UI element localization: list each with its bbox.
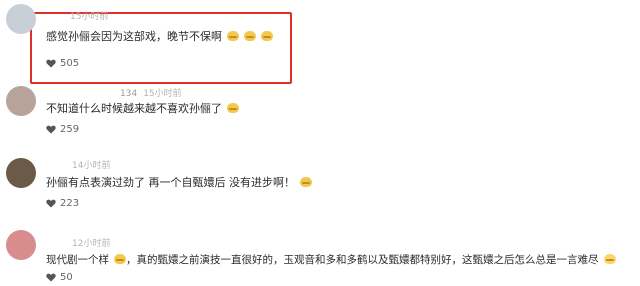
like-button[interactable]: 505: [46, 58, 79, 69]
laugh-emoji-icon: [261, 31, 273, 41]
laugh-emoji-icon: [227, 103, 239, 113]
avatar[interactable]: [6, 86, 36, 116]
comment-meta: 12小时前: [72, 236, 110, 249]
like-button[interactable]: 50: [46, 272, 73, 283]
heart-icon: [46, 199, 56, 208]
comment-meta: 134 15小时前: [120, 86, 182, 99]
comment-meta: 14小时前: [72, 158, 110, 171]
comment-text-content: ，真的甄嬛之前演技一直很好的，玉观音和多和多鹤以及甄嬛都特别好，这甄嬛之后怎么总…: [126, 254, 599, 266]
speechless-emoji-icon: [603, 254, 616, 264]
like-count: 259: [60, 124, 80, 135]
like-button[interactable]: 259: [46, 124, 79, 135]
comment-text-content: 不知道什么时候越来越不喜欢孙俪了: [46, 102, 222, 115]
heart-icon: [46, 59, 56, 68]
comment-time: 14小时前: [72, 161, 111, 171]
comment-text: 现代剧一个样 ，真的甄嬛之前演技一直很好的，玉观音和多和多鹤以及甄嬛都特别好，这甄…: [46, 252, 616, 267]
laugh-emoji-icon: [114, 254, 126, 264]
comment-text-content: 孙俪有点表演过劲了 再一个自甄嬛后 没有进步啊！: [46, 176, 295, 189]
comment-text-content: 感觉孙俪会因为这部戏，晚节不保啊: [46, 30, 222, 43]
comment-username[interactable]: 134: [120, 89, 137, 99]
comment-time: 12小时前: [72, 239, 111, 249]
comment-text: 不知道什么时候越来越不喜欢孙俪了: [46, 100, 239, 116]
avatar[interactable]: [6, 4, 36, 34]
like-count: 505: [60, 58, 80, 69]
comment-text: 感觉孙俪会因为这部戏，晚节不保啊: [46, 28, 273, 44]
like-count: 223: [60, 198, 80, 209]
comment-meta: 15小时前: [70, 9, 108, 22]
comment-time: 15小时前: [143, 89, 182, 99]
comment-text: 孙俪有点表演过劲了 再一个自甄嬛后 没有进步啊！: [46, 174, 312, 190]
heart-icon: [46, 273, 56, 282]
laugh-emoji-icon: [227, 31, 239, 41]
heart-icon: [46, 125, 56, 134]
comment-text-content: 现代剧一个样: [46, 254, 109, 266]
laugh-emoji-icon: [300, 177, 312, 187]
highlight-box: [30, 12, 292, 84]
laugh-emoji-icon: [244, 31, 256, 41]
comment-time: 15小时前: [70, 12, 109, 22]
like-count: 50: [60, 272, 73, 283]
avatar[interactable]: [6, 230, 36, 260]
avatar[interactable]: [6, 158, 36, 188]
like-button[interactable]: 223: [46, 198, 79, 209]
